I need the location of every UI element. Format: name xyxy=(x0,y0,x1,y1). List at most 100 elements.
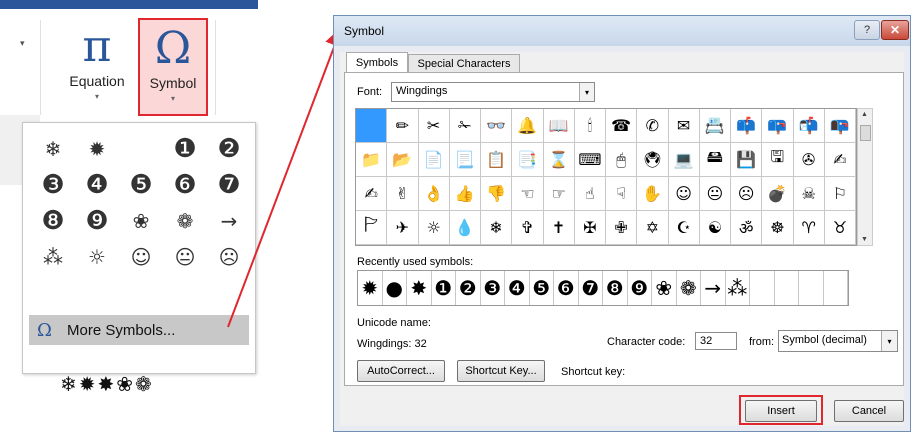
symbol-grid-scrollbar[interactable]: ▲ ▼ xyxy=(857,108,873,246)
gallery-symbol[interactable]: 😐 xyxy=(163,239,207,275)
symbol-cell[interactable]: 🖲 xyxy=(637,143,669,177)
symbol-cell[interactable]: ☼ xyxy=(418,211,450,245)
gallery-symbol[interactable]: ❺ xyxy=(119,167,163,203)
recent-symbol[interactable]: ❹ xyxy=(505,271,530,305)
gallery-symbol[interactable]: ❀ xyxy=(119,203,163,239)
symbol-cell[interactable]: 🏱 xyxy=(356,211,388,245)
recent-symbol[interactable]: ✸ xyxy=(407,271,432,305)
gallery-symbol[interactable]: ✹ xyxy=(75,131,119,167)
from-select[interactable]: Symbol (decimal) ▾ xyxy=(778,330,898,352)
symbol-cell[interactable]: ⚐ xyxy=(824,177,856,211)
symbol-cell[interactable]: ✝ xyxy=(543,211,575,245)
recent-symbol[interactable]: ❼ xyxy=(579,271,603,305)
symbol-cell[interactable]: 😐 xyxy=(699,177,731,211)
symbol-cell[interactable]: ☞ xyxy=(543,177,575,211)
symbol-cell[interactable]: ☜ xyxy=(512,177,544,211)
gallery-symbol[interactable]: ❸ xyxy=(31,167,75,203)
symbol-cell[interactable]: 👓 xyxy=(481,109,513,143)
symbol-cell[interactable]: ❄ xyxy=(481,211,513,245)
close-button[interactable]: ✕ xyxy=(881,20,909,40)
recent-symbol[interactable]: ❺ xyxy=(530,271,554,305)
shortcut-key-button[interactable]: Shortcut Key... xyxy=(457,360,545,382)
symbol-cell[interactable]: ✌ xyxy=(387,177,419,211)
gallery-symbol[interactable]: ❄ xyxy=(31,131,75,167)
recent-symbol[interactable]: ❸ xyxy=(481,271,505,305)
gallery-symbol[interactable]: → xyxy=(207,203,251,239)
symbol-cell[interactable]: ♉ xyxy=(824,211,856,245)
gallery-symbol[interactable]: ⁂ xyxy=(31,239,75,275)
gallery-symbol[interactable]: ☺ xyxy=(119,239,163,275)
recent-symbol[interactable] xyxy=(775,271,799,305)
chevron-down-icon[interactable]: ▾ xyxy=(579,83,594,101)
help-button[interactable]: ? xyxy=(854,20,880,40)
gallery-symbol[interactable]: ❁ xyxy=(163,203,207,239)
symbol-cell[interactable]: ♈ xyxy=(793,211,825,245)
cancel-button[interactable]: Cancel xyxy=(834,400,904,422)
character-code-input[interactable]: 32 xyxy=(695,332,737,350)
symbol-cell[interactable]: ✞ xyxy=(512,211,544,245)
symbol-cell[interactable]: ☹ xyxy=(731,177,763,211)
dialog-title-bar[interactable]: Symbol ? ✕ xyxy=(334,16,910,46)
recent-symbol[interactable] xyxy=(799,271,824,305)
symbol-cell[interactable]: 👌 xyxy=(418,177,450,211)
symbol-cell[interactable]: 📫 xyxy=(731,109,763,143)
symbol-cell[interactable]: 👍 xyxy=(449,177,481,211)
symbol-cell[interactable]: ✋ xyxy=(637,177,669,211)
tab-special-characters[interactable]: Special Characters xyxy=(408,54,520,73)
recent-symbol[interactable]: ❽ xyxy=(603,271,628,305)
gallery-symbol[interactable]: ❽ xyxy=(31,203,75,239)
recent-symbol[interactable]: ❷ xyxy=(456,271,481,305)
symbol-cell[interactable]: ✡ xyxy=(637,211,669,245)
gallery-symbol[interactable]: ❷ xyxy=(207,131,251,167)
symbol-cell[interactable]: ☯ xyxy=(699,211,731,245)
autocorrect-button[interactable]: AutoCorrect... xyxy=(357,360,445,382)
ribbon-dropdown-caret[interactable]: ▾ xyxy=(20,38,25,49)
symbol-cell[interactable]: ✏ xyxy=(387,109,419,143)
symbol-cell[interactable]: 📬 xyxy=(793,109,825,143)
symbol-cell[interactable]: ☪ xyxy=(668,211,700,245)
symbol-cell[interactable]: ✉ xyxy=(668,109,700,143)
symbol-cell[interactable]: 📂 xyxy=(387,143,419,177)
symbol-cell[interactable]: 👎 xyxy=(481,177,513,211)
symbol-cell[interactable]: 💣 xyxy=(762,177,794,211)
symbol-cell[interactable]: 📃 xyxy=(449,143,481,177)
symbol-button[interactable]: Ω Symbol ▾ xyxy=(138,18,208,116)
symbol-cell[interactable]: 🖱 xyxy=(606,143,638,177)
symbol-cell[interactable]: ☝ xyxy=(574,177,606,211)
insert-button[interactable]: Insert xyxy=(745,400,817,422)
symbol-cell[interactable]: 🕯 xyxy=(574,109,606,143)
gallery-symbol[interactable]: ❹ xyxy=(75,167,119,203)
symbol-cell[interactable]: ✍ xyxy=(824,143,856,177)
gallery-symbol[interactable]: ❶ xyxy=(163,131,207,167)
symbol-cell[interactable]: 📁 xyxy=(356,143,388,177)
recent-symbol[interactable] xyxy=(824,271,848,305)
recent-symbol[interactable]: ❶ xyxy=(432,271,456,305)
recent-symbol[interactable]: ❻ xyxy=(554,271,579,305)
symbol-cell[interactable]: 💻 xyxy=(668,143,700,177)
scroll-up-icon[interactable]: ▲ xyxy=(861,111,868,118)
tab-symbols[interactable]: Symbols xyxy=(346,52,408,73)
recent-symbol[interactable]: ❀ xyxy=(652,271,677,305)
gallery-symbol[interactable] xyxy=(119,131,163,167)
scroll-down-icon[interactable]: ▼ xyxy=(861,236,868,243)
symbol-cell[interactable]: 💧 xyxy=(449,211,481,245)
more-symbols-menu-item[interactable]: Ω More Symbols... xyxy=(29,315,249,345)
symbol-cell[interactable]: ⌛ xyxy=(543,143,575,177)
symbol-cell[interactable]: ⌨ xyxy=(574,143,606,177)
symbol-cell[interactable]: ✇ xyxy=(793,143,825,177)
equation-button[interactable]: π Equation ▾ xyxy=(62,18,132,116)
scroll-thumb[interactable] xyxy=(860,125,871,141)
font-select[interactable]: Wingdings ▾ xyxy=(391,82,595,102)
symbol-cell[interactable]: ✂ xyxy=(418,109,450,143)
symbol-cell[interactable]: 📖 xyxy=(543,109,575,143)
symbol-cell[interactable]: 🔔 xyxy=(512,109,544,143)
gallery-symbol[interactable]: ❼ xyxy=(207,167,251,203)
symbol-cell[interactable]: ✆ xyxy=(637,109,669,143)
symbol-cell[interactable] xyxy=(356,109,388,143)
symbol-cell[interactable]: ॐ xyxy=(731,211,763,245)
gallery-symbol[interactable]: ☼ xyxy=(75,239,119,275)
symbol-cell[interactable]: ✠ xyxy=(574,211,606,245)
symbol-cell[interactable]: 🖴 xyxy=(699,143,731,177)
symbol-cell[interactable]: 📭 xyxy=(824,109,856,143)
symbol-cell[interactable]: 💾 xyxy=(731,143,763,177)
